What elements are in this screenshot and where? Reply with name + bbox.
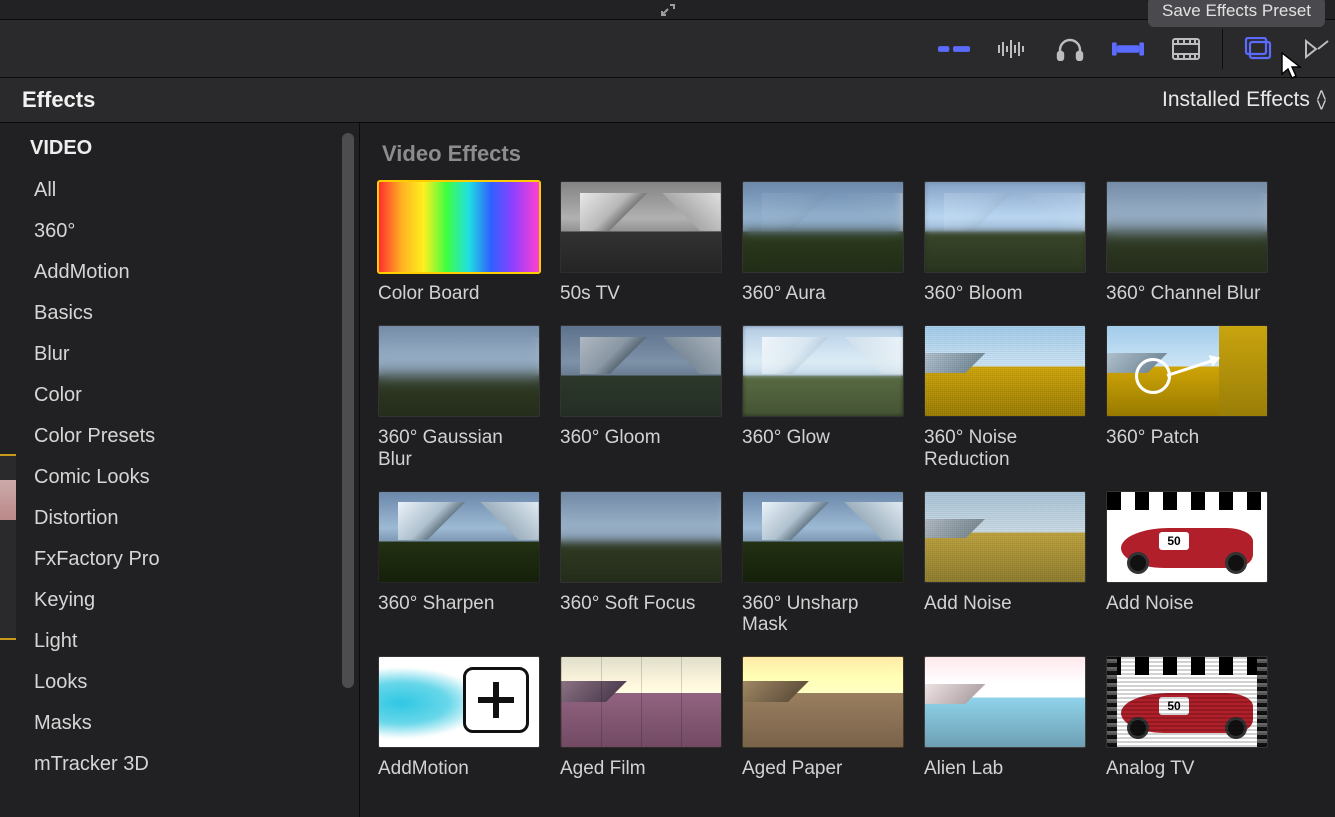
effect-item[interactable]: 360° Soft Focus — [560, 491, 722, 637]
effect-item[interactable]: Aged Film — [560, 656, 722, 780]
effect-thumbnail[interactable] — [378, 656, 540, 748]
effect-label: 360° Patch — [1106, 427, 1268, 449]
effect-item[interactable]: Add Noise — [924, 491, 1086, 637]
effects-panel-title: Effects — [22, 87, 95, 113]
category-item[interactable]: Comic Looks — [0, 457, 359, 498]
effect-item[interactable]: Aged Paper — [742, 656, 904, 780]
category-item[interactable]: Blur — [0, 334, 359, 375]
headphones-icon[interactable] — [1054, 33, 1086, 65]
category-item[interactable]: Looks — [0, 662, 359, 703]
effects-grid-heading: Video Effects — [382, 141, 1321, 167]
timeline-toolbar: Effects Installed Effects ˄˅ — [0, 20, 1335, 123]
category-item[interactable]: Distortion — [0, 498, 359, 539]
effect-item[interactable]: Alien Lab — [924, 656, 1086, 780]
effect-label: 360° Aura — [742, 283, 904, 305]
effect-label: Add Noise — [1106, 593, 1268, 615]
effects-library-dropdown-label: Installed Effects — [1162, 88, 1310, 112]
effect-label: 360° Gaussian Blur — [378, 427, 540, 471]
effect-item[interactable]: 50s TV — [560, 181, 722, 305]
category-item[interactable]: AddMotion — [0, 252, 359, 293]
effect-label: Aged Film — [560, 758, 722, 780]
category-item[interactable]: Light — [0, 621, 359, 662]
effect-thumbnail[interactable] — [1106, 325, 1268, 417]
effect-thumbnail[interactable] — [560, 491, 722, 583]
effect-item[interactable]: 360° Channel Blur — [1106, 181, 1268, 305]
effect-label: Alien Lab — [924, 758, 1086, 780]
effect-item[interactable]: 360° Gaussian Blur — [378, 325, 540, 471]
category-item[interactable]: Masks — [0, 703, 359, 744]
effect-label: Analog TV — [1106, 758, 1268, 780]
effect-item[interactable]: 360° Patch — [1106, 325, 1268, 471]
category-item[interactable]: 360° — [0, 211, 359, 252]
updown-chevron-icon: ˄˅ — [1316, 90, 1327, 110]
effect-thumbnail[interactable] — [924, 656, 1086, 748]
effect-label: 360° Unsharp Mask — [742, 593, 904, 637]
effect-label: 360° Noise Reduction — [924, 427, 1086, 471]
viewer-footer-strip: Save Effects Preset — [0, 0, 1335, 20]
effect-label: 50s TV — [560, 283, 722, 305]
effect-thumbnail[interactable] — [1106, 181, 1268, 273]
effects-library-dropdown[interactable]: Installed Effects ˄˅ — [1162, 88, 1327, 112]
category-item[interactable]: mTracker 3D — [0, 744, 359, 785]
effect-item[interactable]: 50 Add Noise — [1106, 491, 1268, 637]
effect-label: Aged Paper — [742, 758, 904, 780]
effect-thumbnail[interactable] — [924, 325, 1086, 417]
effect-label: 360° Channel Blur — [1106, 283, 1268, 305]
range-markers-icon[interactable] — [1112, 33, 1144, 65]
bowtie-icon[interactable] — [1301, 33, 1333, 65]
category-item[interactable]: Color Presets — [0, 416, 359, 457]
effects-grid-area: Video Effects Color Board 50s TV 360° Aura… — [360, 123, 1335, 817]
effect-thumbnail[interactable] — [742, 325, 904, 417]
effect-thumbnail[interactable] — [742, 181, 904, 273]
effect-item[interactable]: 360° Bloom — [924, 181, 1086, 305]
effect-item[interactable]: Color Board — [378, 181, 540, 305]
toolbar-divider — [1222, 29, 1223, 69]
effect-label: 360° Gloom — [560, 427, 722, 449]
effect-thumbnail[interactable] — [924, 491, 1086, 583]
effect-thumbnail[interactable] — [378, 325, 540, 417]
effect-label: 360° Bloom — [924, 283, 1086, 305]
effect-item[interactable]: 360° Sharpen — [378, 491, 540, 637]
timeline-clip-peek — [0, 454, 16, 640]
effect-thumbnail[interactable] — [560, 325, 722, 417]
category-item[interactable]: All — [0, 170, 359, 211]
fade-handles-icon[interactable] — [938, 33, 970, 65]
effects-category-sidebar: VIDEOAll360°AddMotionBasicsBlurColorColo… — [0, 123, 360, 817]
effect-item[interactable]: 360° Aura — [742, 181, 904, 305]
effect-item[interactable]: AddMotion — [378, 656, 540, 780]
effect-thumbnail[interactable] — [924, 181, 1086, 273]
effect-thumbnail[interactable]: 50 — [1106, 656, 1268, 748]
effect-thumbnail[interactable] — [742, 656, 904, 748]
effect-label: 360° Sharpen — [378, 593, 540, 615]
effect-label: Add Noise — [924, 593, 1086, 615]
effect-label: Color Board — [378, 283, 540, 305]
effect-thumbnail[interactable] — [742, 491, 904, 583]
category-item[interactable]: FxFactory Pro — [0, 539, 359, 580]
effect-item[interactable]: 360° Noise Reduction — [924, 325, 1086, 471]
effect-label: AddMotion — [378, 758, 540, 780]
category-item[interactable]: Keying — [0, 580, 359, 621]
sidebar-scrollbar-thumb[interactable] — [342, 133, 354, 688]
effect-thumbnail[interactable] — [560, 181, 722, 273]
audio-waveform-icon[interactable] — [996, 33, 1028, 65]
category-header-video: VIDEO — [0, 131, 359, 170]
media-browser-icon[interactable] — [1243, 33, 1275, 65]
effect-thumbnail[interactable]: 50 — [1106, 491, 1268, 583]
filmstrip-icon[interactable] — [1170, 33, 1202, 65]
effect-item[interactable]: 50 Analog TV — [1106, 656, 1268, 780]
effect-thumbnail[interactable] — [378, 181, 540, 273]
effect-label: 360° Glow — [742, 427, 904, 449]
category-item[interactable]: Basics — [0, 293, 359, 334]
effect-thumbnail[interactable] — [378, 491, 540, 583]
expand-viewer-icon[interactable] — [658, 2, 678, 18]
effect-item[interactable]: 360° Unsharp Mask — [742, 491, 904, 637]
effect-item[interactable]: 360° Glow — [742, 325, 904, 471]
timeline-clip-thumbnail — [0, 480, 16, 520]
effect-label: 360° Soft Focus — [560, 593, 722, 615]
save-effects-preset-button[interactable]: Save Effects Preset — [1148, 0, 1325, 27]
effect-thumbnail[interactable] — [560, 656, 722, 748]
category-item[interactable]: Color — [0, 375, 359, 416]
effect-item[interactable]: 360° Gloom — [560, 325, 722, 471]
